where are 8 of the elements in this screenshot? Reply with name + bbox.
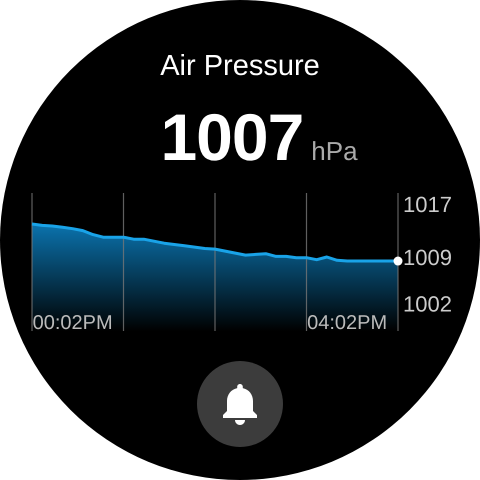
axis-label: 1002: [403, 291, 452, 316]
axis-label: 1009: [403, 245, 452, 270]
axis-label: 00:02PM: [32, 312, 113, 334]
axis-label: 1017: [403, 192, 452, 218]
pressure-value: 1007: [160, 102, 304, 172]
axis-label: 04:02PM: [307, 312, 388, 334]
screen-title: Air Pressure: [160, 49, 320, 84]
pressure-unit: hPa: [311, 136, 358, 167]
